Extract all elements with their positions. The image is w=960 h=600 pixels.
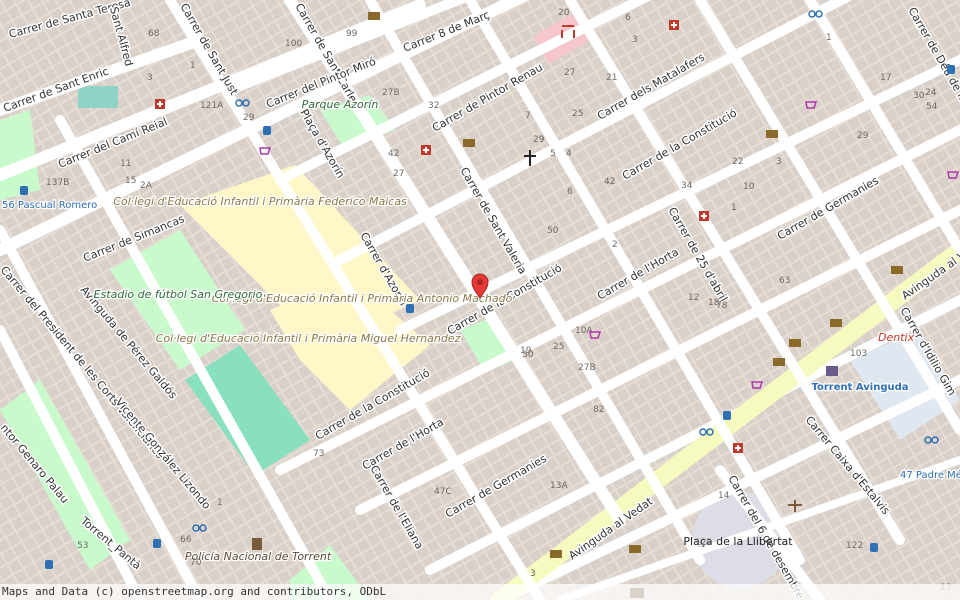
house-number: 42 [604,177,615,187]
house-number: 25 [572,109,583,119]
house-number: 78 [716,301,728,311]
house-number: 6 [567,187,573,197]
pharmacy-icon[interactable] [155,99,165,109]
house-number: 103 [850,349,867,359]
house-number: 13A [550,481,568,491]
house-number: 3 [632,35,638,45]
house-number: 53 [77,541,88,551]
house-number: 73 [313,449,324,459]
house-number: 27B [578,363,596,373]
house-number: 2 [612,240,618,250]
house-number: 22 [732,157,743,167]
house-number: 50 [547,226,559,236]
house-number: 29 [243,113,255,123]
school-federico-maicas-label: Col·legi d'Educació Infantil i Primària … [113,195,407,208]
house-number: 6 [625,13,631,23]
house-number: 70 [190,558,202,568]
house-number: 68 [148,29,160,39]
house-number: 63 [779,276,790,286]
house-number: 1 [826,33,832,43]
house-number: 122 [695,538,712,548]
pool [78,86,118,108]
house-number: 7 [525,111,531,121]
pharmacy-icon[interactable] [733,443,743,453]
house-number: 29 [533,135,545,145]
house-number: 29 [857,131,869,141]
house-number: 30 [913,91,925,101]
house-number: 4 [566,149,572,159]
house-number: 1 [190,61,196,71]
house-number: 5 [550,149,556,159]
house-number: 121A [200,101,224,111]
house-number: 21 [606,73,617,83]
house-number: 3 [147,73,153,83]
house-number: 66 [180,535,192,545]
pharmacy-icon[interactable] [669,20,679,30]
dentix-label: Dentix [878,331,915,344]
house-number: 3 [776,157,782,167]
house-number: 27 [564,68,575,78]
torrent-avinguda-label: Torrent Avinguda [811,382,908,393]
house-number: 47C [434,487,452,497]
house-number: 1 [731,203,737,213]
house-number: 32 [428,101,439,111]
stop-pascual-romero[interactable]: 56 Pascual Romero [1,199,99,213]
house-number: 100 [285,39,302,49]
map-canvas[interactable]: Carrer de Santa Teresa Sant Alfred Carre… [0,0,960,600]
pharmacy-icon[interactable] [421,145,431,155]
house-number: 27 [393,169,404,179]
police-label: Policía Nacional de Torrent [185,550,332,563]
house-number: 10 [743,182,755,192]
house-number: 34 [681,181,693,191]
house-number: 20 [558,8,570,18]
house-number: 82 [593,405,604,415]
house-number: 122 [846,541,863,551]
pharmacy-icon[interactable] [699,211,709,221]
school-miguel-hernandez-label: Col·legi d'Educació Infantil i Primària … [156,332,461,345]
map-attribution[interactable]: Maps and Data (c) openstreetmap.org and … [0,584,960,600]
house-number: 14 [718,491,730,501]
house-number: 11 [120,159,131,169]
house-number: 3 [530,569,536,579]
house-number: 2A [140,181,153,191]
house-number: 27B [382,88,400,98]
house-number: 25 [553,342,564,352]
house-number: 1 [217,498,223,508]
house-number: 12 [688,293,699,303]
stadium-label: Estadio de fútbol San Gregorio [94,288,263,301]
house-number: 24 [925,88,937,98]
house-number: 137B [46,178,69,188]
house-number: 15 [125,176,136,186]
house-number: 54 [926,102,938,112]
stop-padre-mendez[interactable]: 47 Padre Méndez Metro [899,468,960,483]
house-number: 99 [346,29,358,39]
park-azorin-label: Parque Azorín [302,98,379,111]
map-view[interactable]: Carrer de Santa Teresa Sant Alfred Carre… [0,0,960,600]
house-number: 42 [388,149,399,159]
house-number: 17 [880,73,891,83]
house-number: 19 [520,346,532,356]
